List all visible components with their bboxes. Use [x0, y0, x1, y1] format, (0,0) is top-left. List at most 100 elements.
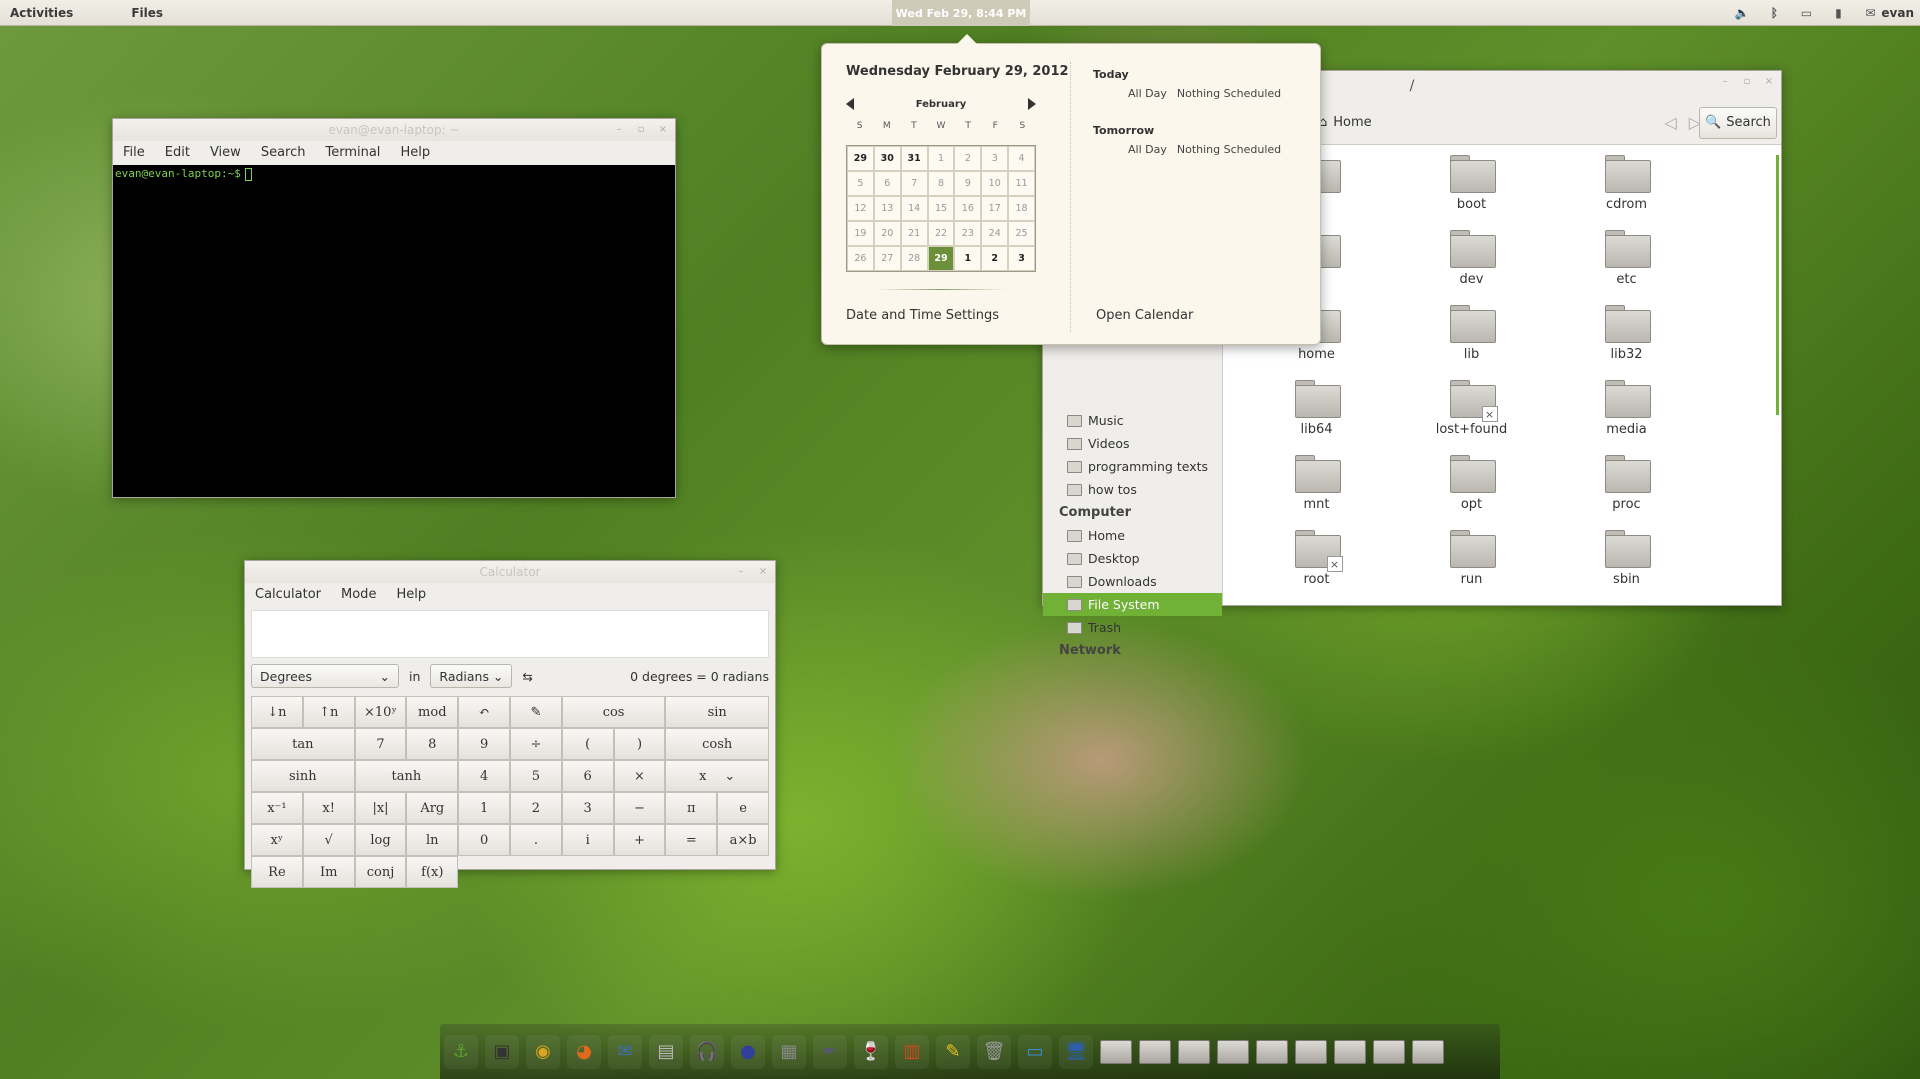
menu-view[interactable]: View: [210, 145, 241, 160]
calendar-day[interactable]: 22: [927, 221, 955, 246]
calc-key[interactable]: conj: [354, 856, 407, 888]
calendar-day[interactable]: 17: [981, 196, 1009, 221]
sidebar-item-desktop[interactable]: Desktop: [1043, 547, 1222, 570]
folder-item[interactable]: cdrom: [1549, 155, 1704, 218]
calculator-display[interactable]: [251, 610, 769, 658]
calc-key[interactable]: cosh: [665, 728, 769, 760]
calendar-day[interactable]: 26: [847, 246, 874, 271]
terminal-output[interactable]: evan@evan-laptop:~$: [113, 165, 675, 497]
next-month-icon[interactable]: [1028, 98, 1036, 110]
calendar-day[interactable]: 8: [927, 171, 955, 196]
notes-icon[interactable]: ✎: [936, 1034, 970, 1069]
calendar-day[interactable]: 19: [847, 221, 874, 246]
calendar-day[interactable]: 2: [981, 246, 1009, 271]
calc-key[interactable]: 6: [561, 760, 614, 792]
to-unit-select[interactable]: Radians ⌄: [430, 664, 513, 688]
calc-key[interactable]: √: [302, 824, 355, 856]
menu-calculator[interactable]: Calculator: [255, 587, 321, 602]
calc-key[interactable]: sinh: [251, 760, 355, 792]
calc-key[interactable]: Arg: [406, 792, 459, 824]
firefox-icon[interactable]: ◕: [567, 1034, 601, 1069]
app-menu[interactable]: Files: [131, 6, 163, 20]
calc-key[interactable]: Re: [251, 856, 303, 888]
calendar-day[interactable]: 3: [1008, 246, 1035, 271]
calc-key[interactable]: +: [613, 824, 666, 856]
folder-item[interactable]: lib64: [1239, 380, 1394, 443]
minimize-icon[interactable]: –: [613, 123, 625, 135]
calc-key[interactable]: =: [665, 824, 718, 856]
calendar-day[interactable]: 12: [847, 196, 874, 221]
calc-key[interactable]: x!: [302, 792, 355, 824]
scrollbar[interactable]: [1776, 155, 1779, 415]
calc-key[interactable]: ln: [406, 824, 459, 856]
sidebar-item[interactable]: Videos: [1043, 432, 1222, 455]
menu-help[interactable]: Help: [400, 145, 430, 160]
calendar-day[interactable]: 23: [954, 221, 982, 246]
minimize-icon[interactable]: –: [735, 565, 747, 577]
maximize-icon[interactable]: ▫: [1741, 75, 1753, 87]
dock-folder-icon[interactable]: [1295, 1039, 1327, 1064]
folder-item[interactable]: sbin: [1549, 530, 1704, 593]
calc-key[interactable]: π: [665, 792, 718, 824]
calc-key[interactable]: ÷: [509, 728, 562, 760]
sidebar-item-home[interactable]: Home: [1043, 524, 1222, 547]
calendar-day[interactable]: 28: [900, 246, 928, 271]
sidebar-item-file-system[interactable]: File System: [1043, 593, 1222, 616]
calendar-day[interactable]: 11: [1008, 171, 1035, 196]
dock-folder-icon[interactable]: [1412, 1039, 1444, 1064]
dock-folder-icon[interactable]: [1256, 1039, 1288, 1064]
calc-key[interactable]: x ⌄: [665, 760, 769, 792]
calendar-day[interactable]: 18: [1008, 196, 1035, 221]
thunderbird-icon[interactable]: ✉: [608, 1034, 642, 1069]
menu-search[interactable]: Search: [261, 145, 306, 160]
calendar-day[interactable]: 3: [981, 146, 1009, 171]
calc-key[interactable]: ): [613, 728, 666, 760]
sidebar-item-downloads[interactable]: Downloads: [1043, 570, 1222, 593]
calendar-day[interactable]: 15: [927, 196, 955, 221]
calendar-day[interactable]: 24: [981, 221, 1009, 246]
search-button[interactable]: 🔍 Search: [1699, 106, 1777, 139]
calc-key[interactable]: tan: [251, 728, 355, 760]
calendar-day[interactable]: 5: [847, 171, 874, 196]
folder-item[interactable]: etc: [1549, 230, 1704, 293]
calendar-day[interactable]: 9: [954, 171, 982, 196]
menu-mode[interactable]: Mode: [341, 587, 376, 602]
folder-item[interactable]: media: [1549, 380, 1704, 443]
menu-file[interactable]: File: [123, 145, 145, 160]
calendar-day[interactable]: 10: [981, 171, 1009, 196]
pen-icon[interactable]: ✒: [813, 1034, 847, 1069]
minimize-icon[interactable]: –: [1719, 75, 1731, 87]
desktop-icon[interactable]: ▭: [1018, 1034, 1052, 1069]
sidebar-item[interactable]: programming texts: [1043, 455, 1222, 478]
calc-key[interactable]: .: [509, 824, 562, 856]
bluetooth-icon[interactable]: ᛒ: [1767, 6, 1781, 20]
calculator-icon[interactable]: ▦: [772, 1034, 806, 1069]
dock-folder-icon[interactable]: [1373, 1039, 1405, 1064]
calendar-day[interactable]: 31: [900, 146, 928, 171]
calendar-today[interactable]: 29: [927, 246, 955, 271]
calc-key[interactable]: 3: [561, 792, 614, 824]
calendar-day[interactable]: 29: [847, 146, 874, 171]
calc-key[interactable]: 2: [509, 792, 562, 824]
calc-key[interactable]: (: [561, 728, 614, 760]
volume-icon[interactable]: 🔈: [1735, 6, 1750, 20]
calendar-day[interactable]: 7: [900, 171, 928, 196]
calendar-day[interactable]: 16: [954, 196, 982, 221]
sidebar-item[interactable]: Music: [1043, 409, 1222, 432]
calc-key[interactable]: xʸ: [251, 824, 303, 856]
folder-item[interactable]: opt: [1394, 455, 1549, 518]
calc-key[interactable]: log: [354, 824, 407, 856]
calendar-day[interactable]: 27: [873, 246, 901, 271]
menu-terminal[interactable]: Terminal: [325, 145, 380, 160]
activities-button[interactable]: Activities: [0, 6, 83, 20]
calendar-day[interactable]: 30: [873, 146, 901, 171]
calc-key[interactable]: x⁻¹: [251, 792, 303, 824]
computer-icon[interactable]: 🖥: [1059, 1034, 1093, 1069]
folder-item[interactable]: boot: [1394, 155, 1549, 218]
previous-month-icon[interactable]: [846, 98, 854, 110]
terminal-titlebar[interactable]: evan@evan-laptop: ~ – ▫ ×: [113, 119, 675, 141]
battery-icon[interactable]: ▮: [1831, 6, 1845, 20]
calc-key[interactable]: 1: [458, 792, 510, 824]
globe-icon[interactable]: ●: [731, 1034, 765, 1069]
menu-help[interactable]: Help: [396, 587, 426, 602]
